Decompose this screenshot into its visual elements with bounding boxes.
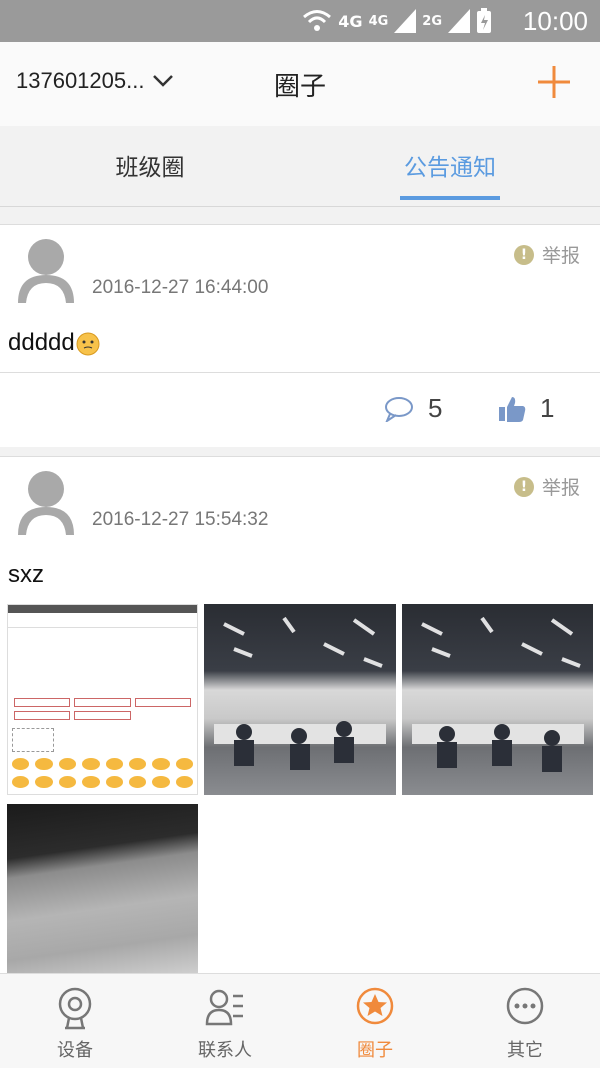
thumb-header (8, 613, 197, 628)
office-photo-graphic (214, 616, 386, 770)
alert-icon: ! (513, 476, 534, 497)
network-label-3: 2G (422, 13, 442, 29)
status-bar: 4G 4G 2G 10:00 (0, 0, 600, 42)
tab-announcements[interactable]: 公告通知 (300, 138, 600, 206)
post-card: 2016-12-27 16:44:00 ! 举报 ddddd (0, 224, 600, 373)
chevron-down-icon (153, 75, 174, 87)
office-photo-graphic (412, 616, 584, 772)
comment-button[interactable]: 5 (384, 393, 442, 424)
post-actions: 5 1 (0, 372, 600, 447)
tab-bar: 班级圈 公告通知 (0, 138, 600, 207)
status-icons: 4G 4G 2G (302, 6, 492, 36)
photo-thumbnail[interactable] (402, 604, 593, 795)
network-label-2: 4G (368, 13, 389, 29)
post-card: 2016-12-27 15:54:32 ! 举报 sxz (0, 456, 600, 974)
tab-class-circle[interactable]: 班级圈 (0, 138, 300, 206)
emoji-icon (76, 332, 100, 356)
thumb-add-box (12, 728, 54, 752)
comment-count: 5 (428, 393, 443, 423)
nav-item-contacts[interactable]: 联系人 (150, 974, 300, 1068)
post-timestamp: 2016-12-27 16:44:00 (92, 277, 269, 298)
alert-icon: ! (513, 244, 534, 265)
battery-icon (477, 8, 491, 33)
nav-item-circle[interactable]: 圈子 (300, 974, 450, 1068)
account-selector[interactable]: 137601205... (16, 68, 174, 94)
nav-item-devices[interactable]: 设备 (0, 974, 150, 1068)
post-content: ddddd (8, 329, 101, 357)
account-label: 137601205... (16, 68, 145, 93)
tab-underline (400, 196, 500, 200)
star-circle-icon (356, 987, 394, 1025)
bottom-nav: 设备 联系人 圈子 其它 (0, 973, 600, 1068)
contacts-icon (205, 989, 243, 1026)
thumb-statusbar (8, 605, 197, 613)
signal-icon-2 (448, 9, 470, 33)
signal-icon (394, 9, 417, 33)
report-button[interactable]: ! 举报 (513, 473, 580, 500)
avatar (18, 239, 74, 303)
avatar (18, 471, 74, 535)
report-label: 举报 (541, 477, 580, 499)
nav-label: 圈子 (357, 1040, 393, 1061)
like-button[interactable]: 1 (498, 393, 554, 424)
wifi-icon (303, 10, 332, 31)
tab-label: 班级圈 (115, 155, 185, 181)
report-label: 举报 (541, 245, 580, 267)
post-text: sxz (8, 561, 44, 588)
post-text: ddddd (8, 329, 75, 356)
tab-label: 公告通知 (404, 155, 496, 181)
add-icon[interactable] (536, 64, 572, 100)
nav-label: 设备 (57, 1040, 93, 1061)
comment-icon (385, 396, 413, 422)
photo-thumbnail[interactable] (7, 604, 198, 795)
thumbs-up-icon (499, 396, 526, 422)
camera-icon (58, 987, 92, 1030)
photo-thumbnail[interactable] (204, 604, 396, 795)
clock: 10:00 (522, 6, 588, 36)
network-label: 4G (338, 11, 363, 31)
more-icon (506, 987, 544, 1025)
report-button[interactable]: ! 举报 (513, 241, 580, 268)
thumb-buttons (14, 698, 191, 720)
nav-label: 联系人 (198, 1040, 252, 1061)
nav-item-other[interactable]: 其它 (450, 974, 600, 1068)
nav-label: 其它 (507, 1040, 543, 1061)
like-count: 1 (540, 393, 555, 423)
photo-thumbnail[interactable] (7, 804, 198, 974)
post-timestamp: 2016-12-27 15:54:32 (92, 509, 269, 530)
thumb-emoji-grid (12, 758, 193, 794)
top-bar: 137601205... 圈子 (0, 42, 600, 126)
